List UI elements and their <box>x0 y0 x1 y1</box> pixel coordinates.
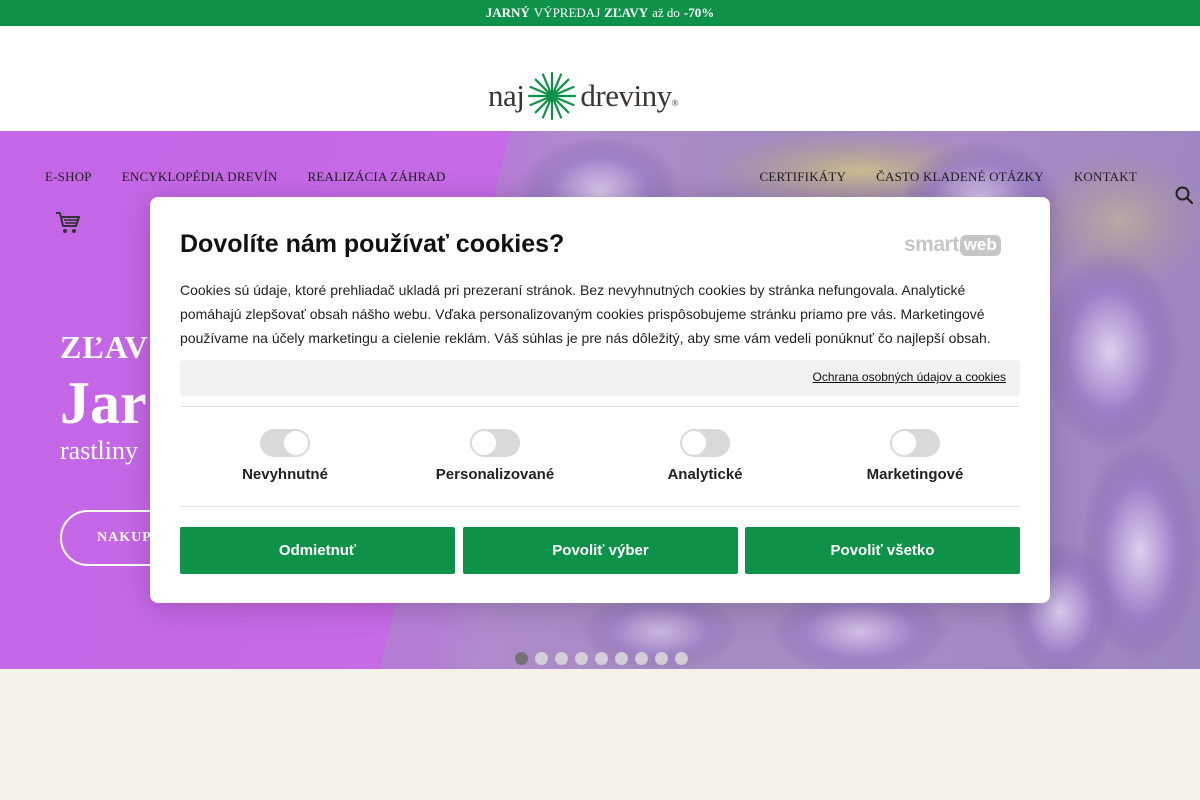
hero-heading-large: Jar <box>60 370 147 436</box>
hero-subheading: rastliny <box>60 436 138 465</box>
nav-certificates[interactable]: CERTIFIKÁTY <box>759 169 846 185</box>
toggle-marketing[interactable] <box>890 429 940 457</box>
allow-all-button[interactable]: Povoliť všetko <box>745 527 1020 574</box>
slider-dot[interactable] <box>635 652 648 665</box>
toggle-knob <box>892 431 916 455</box>
smartweb-logo: smart web <box>904 233 1001 257</box>
main-nav-left: E-SHOP ENCYKLOPÉDIA DREVÍN REALIZÁCIA ZÁ… <box>45 169 446 185</box>
slider-dot[interactable] <box>515 652 528 665</box>
smartweb-logo-smart: smart <box>904 233 959 256</box>
promo-bar[interactable]: JARNÝ VÝPREDAJ ZĽAVY až do -70% <box>0 0 1200 26</box>
cookie-consent-dialog: Dovolíte nám používať cookies? smart web… <box>150 197 1050 603</box>
toggle-group-marketing: Marketingové <box>810 429 1020 483</box>
slider-dot[interactable] <box>575 652 588 665</box>
toggle-label-analytics: Analytické <box>667 466 743 483</box>
policy-bar: Ochrana osobných údajov a cookies <box>180 360 1020 396</box>
toggle-knob <box>284 431 308 455</box>
toggle-label-marketing: Marketingové <box>866 466 964 483</box>
nav-faq[interactable]: ČASTO KLADENÉ OTÁZKY <box>876 169 1044 185</box>
nav-eshop[interactable]: E-SHOP <box>45 169 92 185</box>
toggle-group-analytics: Analytické <box>600 429 810 483</box>
hero-heading-small: ZĽAV <box>60 329 149 365</box>
main-nav-right: CERTIFIKÁTY ČASTO KLADENÉ OTÁZKY KONTAKT <box>759 169 1137 185</box>
divider-top <box>180 406 1020 407</box>
site-header: naj dreviny ® <box>0 26 1200 131</box>
toggle-group-necessary: Nevyhnutné <box>180 429 390 483</box>
cookie-description: Cookies sú údaje, ktoré prehliadač uklad… <box>180 282 991 346</box>
toggle-personalized[interactable] <box>470 429 520 457</box>
logo-word-left: naj <box>488 78 525 113</box>
promo-word-1: JARNÝ <box>485 5 530 20</box>
slider-dot[interactable] <box>595 652 608 665</box>
promo-word-2: VÝPREDAJ <box>533 5 601 20</box>
search-icon[interactable] <box>1175 186 1193 204</box>
promo-word-4: až do <box>652 5 680 20</box>
cookie-title: Dovolíte nám používať cookies? <box>180 230 565 258</box>
nav-contact[interactable]: KONTAKT <box>1074 169 1137 185</box>
site-logo[interactable]: naj dreviny ® <box>488 70 678 122</box>
allow-selection-button[interactable]: Povoliť výber <box>463 527 738 574</box>
logo-registered: ® <box>671 98 679 108</box>
slider-dot[interactable] <box>555 652 568 665</box>
toggle-group-personalized: Personalizované <box>390 429 600 483</box>
slider-dot[interactable] <box>655 652 668 665</box>
privacy-policy-link[interactable]: Ochrana osobných údajov a cookies <box>813 370 1006 384</box>
toggle-knob <box>472 431 496 455</box>
divider-bottom <box>180 506 1020 507</box>
slider-dot[interactable] <box>535 652 548 665</box>
cart-icon[interactable] <box>55 211 81 235</box>
logo-word-right: dreviny <box>580 78 672 113</box>
reject-button[interactable]: Odmietnuť <box>180 527 455 574</box>
slider-dot[interactable] <box>675 652 688 665</box>
nav-encyclopedia[interactable]: ENCYKLOPÉDIA DREVÍN <box>122 169 278 185</box>
toggle-label-personalized: Personalizované <box>435 466 555 483</box>
promo-word-3: ZĽAVY <box>604 5 649 20</box>
smartweb-logo-web: web <box>959 234 1001 256</box>
toggle-label-necessary: Nevyhnutné <box>242 466 328 483</box>
promo-word-5: -70% <box>683 5 715 20</box>
nav-garden-realization[interactable]: REALIZÁCIA ZÁHRAD <box>308 169 446 185</box>
slider-dot[interactable] <box>615 652 628 665</box>
logo-star-icon <box>528 71 577 121</box>
toggle-knob <box>682 431 706 455</box>
toggle-necessary[interactable] <box>260 429 310 457</box>
slider-dots <box>515 652 688 665</box>
toggle-analytics[interactable] <box>680 429 730 457</box>
